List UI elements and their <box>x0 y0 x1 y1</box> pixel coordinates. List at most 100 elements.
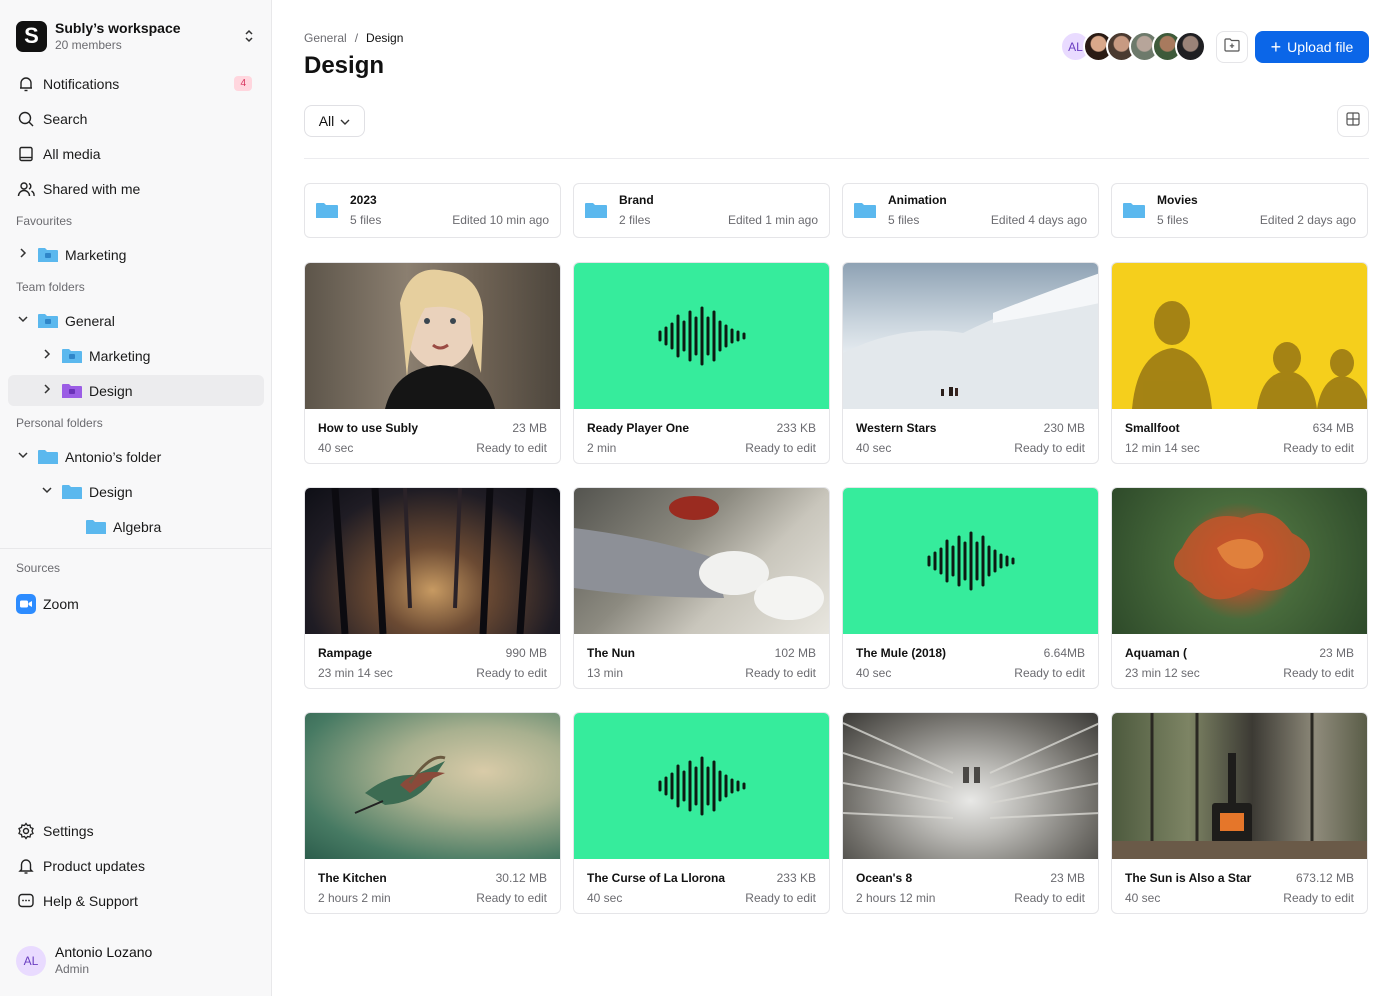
nav-search[interactable]: Search <box>8 103 264 134</box>
media-card[interactable]: Western Stars 230 MB 40 sec Ready to edit <box>842 262 1099 464</box>
upload-file-button[interactable]: + Upload file <box>1255 31 1369 63</box>
media-card[interactable]: How to use Subly 23 MB 40 sec Ready to edi… <box>304 262 561 464</box>
folder-icon <box>316 202 338 219</box>
folder-edited: Edited 2 days ago <box>1259 213 1356 227</box>
filter-dropdown[interactable]: All <box>304 105 365 137</box>
breadcrumb-parent[interactable]: General <box>304 31 347 45</box>
video-thumbnail <box>843 263 1098 409</box>
media-status: Ready to edit <box>1283 441 1354 455</box>
plus-icon: + <box>1270 37 1282 57</box>
media-card[interactable]: Aquaman (23 MB 23 min 12 sec Ready to edi… <box>1111 487 1368 689</box>
nav-shared[interactable]: Shared with me <box>8 173 264 204</box>
video-thumbnail <box>1112 488 1367 634</box>
video-thumbnail <box>843 713 1098 859</box>
media-title: Smallfoot <box>1125 421 1180 435</box>
media-size: 990 MB <box>505 646 547 660</box>
video-thumbnail <box>305 488 560 634</box>
media-duration: 40 sec <box>587 891 623 905</box>
personal-folder-design[interactable]: Design <box>40 476 264 507</box>
upload-file-label: Upload file <box>1287 39 1354 55</box>
favourite-marketing[interactable]: Marketing <box>16 239 264 270</box>
media-card[interactable]: The Kitchen 30.12 MB 2 hours 2 min Ready t… <box>304 712 561 914</box>
media-size: 23 MB <box>512 421 547 435</box>
workspace-switcher[interactable]: S Subly’s workspace 20 members <box>16 18 256 54</box>
nav-help[interactable]: Help & Support <box>8 885 264 916</box>
avatar <box>1175 31 1206 62</box>
media-status: Ready to edit <box>745 441 816 455</box>
folder-file-count: 5 files <box>888 213 920 227</box>
media-duration: 23 min 12 sec <box>1125 666 1200 680</box>
chat-help-icon <box>16 891 36 911</box>
media-card[interactable]: Ready Player One 233 KB 2 min Ready to edi… <box>573 262 830 464</box>
media-duration: 40 sec <box>856 666 892 680</box>
collaborator-avatars[interactable]: AL <box>1060 31 1206 62</box>
user-profile[interactable]: AL Antonio Lozano Admin <box>16 944 152 977</box>
user-name: Antonio Lozano <box>55 944 153 960</box>
personal-folder-algebra-label: Algebra <box>113 518 162 535</box>
shared-folder-icon <box>38 247 58 262</box>
nav-notifications-label: Notifications <box>43 75 120 92</box>
grid-view-button[interactable] <box>1337 105 1369 137</box>
media-card[interactable]: The Curse of La Llorona 233 KB 40 sec Read… <box>573 712 830 914</box>
media-title: How to use Subly <box>318 421 419 435</box>
folder-card[interactable]: Animation 5 files Edited 4 days ago <box>842 183 1099 238</box>
media-status: Ready to edit <box>476 666 547 680</box>
video-thumbnail <box>1112 263 1367 409</box>
media-card[interactable]: Smallfoot 634 MB 12 min 14 sec Ready to ed… <box>1111 262 1368 464</box>
team-folder-design[interactable]: Design <box>8 375 264 406</box>
media-card[interactable]: Rampage 990 MB 23 min 14 sec Ready to edit <box>304 487 561 689</box>
audio-thumbnail <box>574 263 829 409</box>
media-size: 673.12 MB <box>1295 871 1354 885</box>
folder-name: Movies <box>1157 193 1198 207</box>
media-size: 230 MB <box>1043 421 1085 435</box>
folder-card[interactable]: Brand 2 files Edited 1 min ago <box>573 183 830 238</box>
new-folder-button[interactable] <box>1216 31 1248 63</box>
media-title: Ocean's 8 <box>856 871 913 885</box>
favourites-heading: Favourites <box>16 214 73 228</box>
team-folder-marketing[interactable]: Marketing <box>40 340 264 371</box>
team-folder-general[interactable]: General <box>16 305 264 336</box>
media-card[interactable]: The Nun 102 MB 13 min Ready to edit <box>573 487 830 689</box>
folder-icon <box>38 449 58 464</box>
media-duration: 40 sec <box>856 441 892 455</box>
team-folder-marketing-label: Marketing <box>89 347 151 364</box>
nav-settings-label: Settings <box>43 822 94 839</box>
nav-search-label: Search <box>43 110 88 127</box>
media-title: The Nun <box>587 646 635 660</box>
bell-icon <box>16 74 36 94</box>
nav-settings[interactable]: Settings <box>8 815 264 846</box>
media-size: 233 KB <box>776 871 816 885</box>
personal-folder-antonio-label: Antonio’s folder <box>65 448 162 465</box>
source-zoom[interactable]: Zoom <box>8 588 264 619</box>
workspace-members: 20 members <box>55 37 122 52</box>
media-card[interactable]: The Mule (2018) 6.64MB 40 sec Ready to edi… <box>842 487 1099 689</box>
nav-all-media[interactable]: All media <box>8 138 264 169</box>
team-folder-design-label: Design <box>89 382 133 399</box>
media-title: Rampage <box>318 646 373 660</box>
video-thumbnail <box>1112 713 1367 859</box>
media-status: Ready to edit <box>745 891 816 905</box>
media-card[interactable]: The Sun is Also a Star 673.12 MB 40 sec Re… <box>1111 712 1368 914</box>
media-library-icon <box>16 144 36 164</box>
folder-icon <box>1123 202 1145 219</box>
nav-notifications[interactable]: Notifications 4 <box>8 68 264 99</box>
folder-icon <box>62 484 82 499</box>
media-status: Ready to edit <box>476 891 547 905</box>
personal-folder-antonio[interactable]: Antonio’s folder <box>16 441 264 472</box>
folder-icon <box>585 202 607 219</box>
gear-icon <box>16 821 36 841</box>
personal-folder-design-label: Design <box>89 483 133 500</box>
shared-folder-icon <box>62 348 82 363</box>
media-status: Ready to edit <box>1014 891 1085 905</box>
folder-card[interactable]: 2023 5 files Edited 10 min ago <box>304 183 561 238</box>
media-status: Ready to edit <box>1283 666 1354 680</box>
video-thumbnail <box>305 713 560 859</box>
media-duration: 2 min <box>587 441 617 455</box>
folder-card[interactable]: Movies 5 files Edited 2 days ago <box>1111 183 1368 238</box>
media-card[interactable]: Ocean's 8 23 MB 2 hours 12 min Ready to ed… <box>842 712 1099 914</box>
personal-folder-algebra[interactable]: Algebra <box>86 511 264 542</box>
chevron-down-icon <box>40 486 54 497</box>
personal-folders-heading: Personal folders <box>16 416 103 430</box>
nav-product-updates[interactable]: Product updates <box>8 850 264 881</box>
chevron-down-icon <box>16 451 30 462</box>
